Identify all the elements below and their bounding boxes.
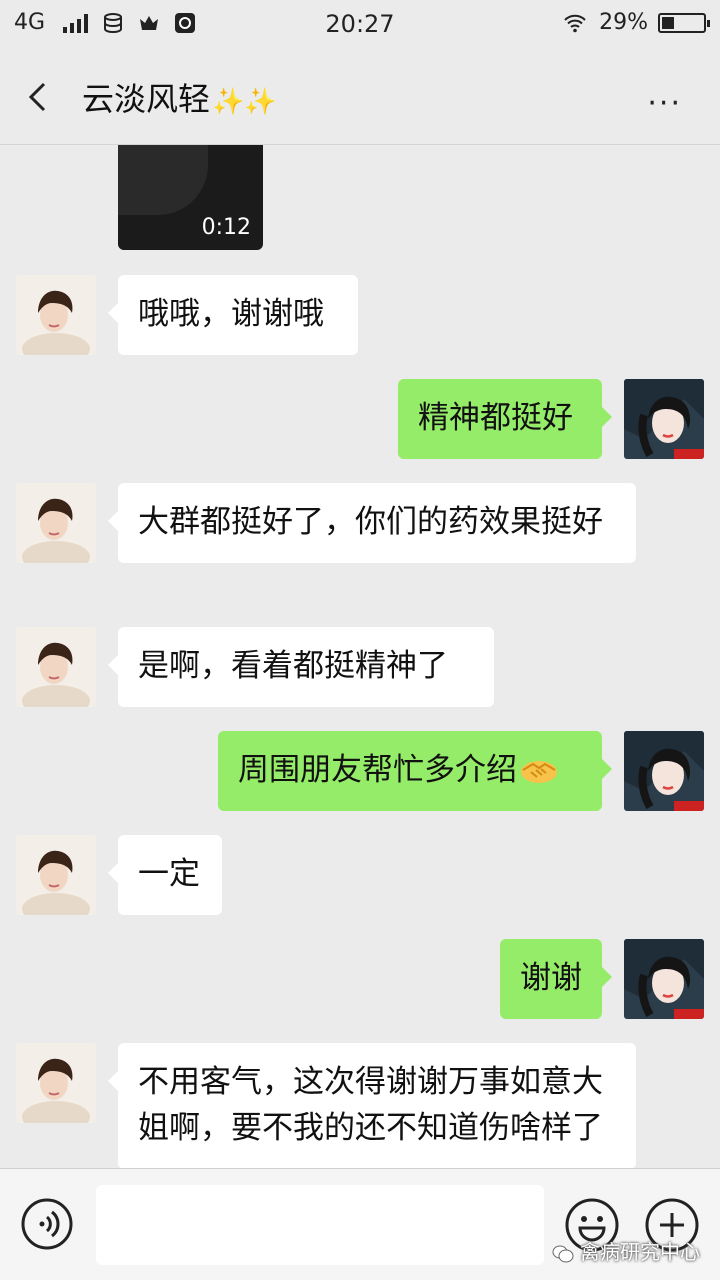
watermark: 禽病研究中心 (552, 1236, 700, 1265)
outgoing-message-bubble[interactable]: 谢谢 (500, 939, 612, 1019)
my-avatar[interactable] (624, 379, 704, 459)
more-options-button[interactable]: ··· (647, 86, 682, 121)
incoming-message-bubble[interactable]: 不用客气，这次得谢谢万事如意大姐啊，要不我的还不知道伤啥样了 (108, 1043, 636, 1168)
status-bar: 4G 20:27 29% (0, 0, 720, 50)
contact-name: 云淡风轻 (82, 80, 211, 118)
contact-avatar[interactable] (16, 275, 96, 355)
chat-title: 云淡风轻✨✨ (82, 74, 277, 120)
message-text: 周围朋友帮忙多介绍 (238, 752, 517, 788)
incoming-message-bubble[interactable]: 是啊，看着都挺精神了 (108, 627, 494, 707)
incoming-message-bubble[interactable]: 一定 (108, 835, 222, 915)
my-avatar[interactable] (624, 731, 704, 811)
watermark-text: 禽病研究中心 (580, 1240, 700, 1264)
wifi-icon (564, 14, 586, 32)
outgoing-message-bubble[interactable]: 精神都挺好 (398, 379, 612, 459)
wechat-logo-icon (552, 1245, 574, 1262)
video-duration: 0:12 (201, 215, 251, 240)
handshake-emoji-icon (521, 760, 557, 783)
sparkle-emoji: ✨✨ (212, 87, 277, 117)
message-input[interactable] (96, 1185, 544, 1265)
chat-header: 云淡风轻✨✨ ··· (0, 50, 720, 145)
incoming-message-bubble[interactable]: 哦哦，谢谢哦 (108, 275, 358, 355)
contact-avatar[interactable] (16, 627, 96, 707)
battery-percent: 29% (599, 10, 648, 35)
battery-icon (658, 12, 710, 33)
video-message[interactable]: 0:12 (118, 145, 263, 250)
contact-avatar[interactable] (16, 483, 96, 563)
contact-avatar[interactable] (16, 835, 96, 915)
my-avatar[interactable] (624, 939, 704, 1019)
message-list[interactable]: 0:12 哦哦，谢谢哦 精神都挺好 大群都挺好了，你们的药效果挺好 是啊，看着都… (0, 145, 720, 1168)
contact-avatar[interactable] (16, 1043, 96, 1123)
back-arrow-icon[interactable] (22, 80, 56, 114)
outgoing-message-bubble[interactable]: 周围朋友帮忙多介绍 (218, 731, 612, 811)
voice-icon[interactable] (20, 1197, 74, 1251)
incoming-message-bubble[interactable]: 大群都挺好了，你们的药效果挺好 (108, 483, 636, 563)
